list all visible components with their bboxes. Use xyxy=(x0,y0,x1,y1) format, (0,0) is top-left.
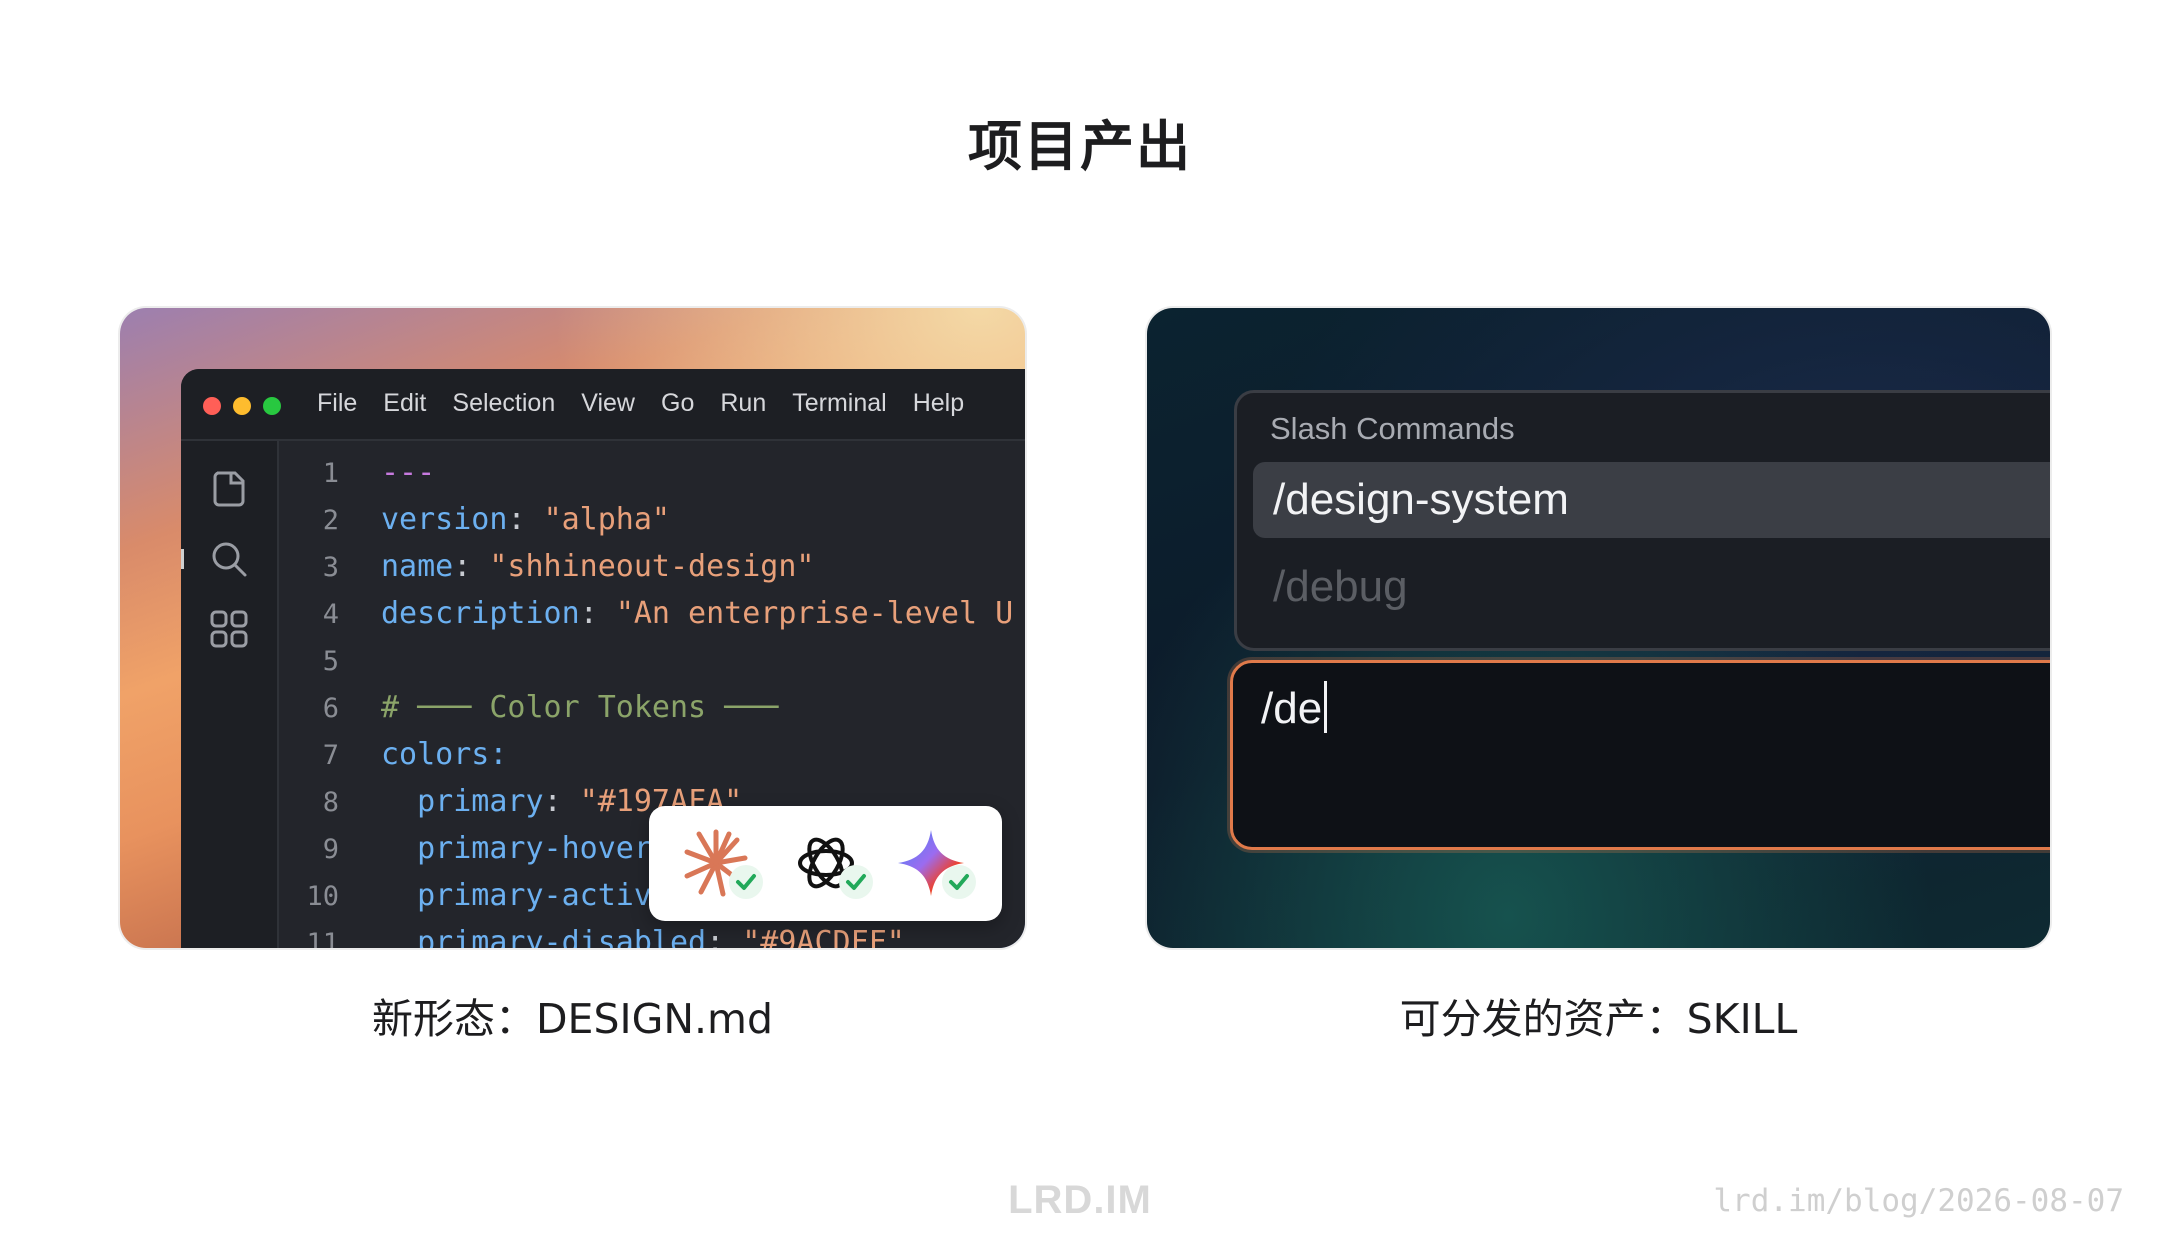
files-icon[interactable] xyxy=(209,469,249,509)
line-number: 1 xyxy=(322,458,339,489)
line-number: 11 xyxy=(306,928,339,948)
code-token: primary xyxy=(381,784,544,819)
code-token: "alpha" xyxy=(543,502,670,537)
activity-bar xyxy=(181,441,279,948)
slash-commands-title: Slash Commands xyxy=(1270,411,1515,446)
code-line: 2 version: "alpha" xyxy=(277,496,1025,543)
minimize-window-button[interactable] xyxy=(233,397,251,415)
left-caption: 新形态：DESIGN.md xyxy=(371,995,774,1043)
skill-card: Slash Commands /design-system /debug /de xyxy=(1147,308,2050,948)
code-token: : xyxy=(507,502,544,537)
code-token: name xyxy=(381,549,454,584)
line-number: 2 xyxy=(322,505,339,536)
slash-command-debug[interactable]: /debug xyxy=(1253,549,2050,625)
code-line: 3 name: "shhineout-design" xyxy=(277,543,1025,590)
code-line: 4 description: "An enterprise-level U xyxy=(277,590,1025,637)
menu-edit[interactable]: Edit xyxy=(383,389,426,418)
ai-tools-badge xyxy=(649,806,1002,921)
line-number: 8 xyxy=(322,787,339,818)
check-icon xyxy=(839,865,873,899)
line-number: 9 xyxy=(322,834,339,865)
extensions-icon[interactable] xyxy=(209,609,249,649)
menu-view[interactable]: View xyxy=(581,389,635,418)
menu-bar: File Edit Selection View Go Run Terminal… xyxy=(317,389,990,418)
code-token: description xyxy=(381,596,580,631)
line-number: 10 xyxy=(306,881,339,912)
menu-file[interactable]: File xyxy=(317,389,357,418)
code-token: primary-hover xyxy=(381,831,652,866)
prompt-input[interactable]: /de xyxy=(1230,660,2050,850)
code-token: colors: xyxy=(381,737,508,772)
page-title: 项目产出 xyxy=(968,115,1192,178)
menu-selection[interactable]: Selection xyxy=(452,389,555,418)
code-token: primary-active xyxy=(381,878,670,913)
menu-run[interactable]: Run xyxy=(720,389,766,418)
slash-command-design-system[interactable]: /design-system xyxy=(1253,462,2050,538)
menu-terminal[interactable]: Terminal xyxy=(792,389,886,418)
text-caret xyxy=(1324,681,1328,733)
menu-go[interactable]: Go xyxy=(661,389,694,418)
active-indicator xyxy=(181,549,184,569)
code-token: : xyxy=(543,784,580,819)
editor-titlebar: File Edit Selection View Go Run Terminal… xyxy=(181,369,1025,441)
prompt-input-text[interactable]: /de xyxy=(1261,681,1328,734)
code-token: : xyxy=(453,549,490,584)
code-token: version xyxy=(381,502,508,537)
code-line: 7 colors: xyxy=(277,731,1025,778)
right-caption: 可分发的资产：SKILL xyxy=(1399,995,1798,1043)
line-number: 6 xyxy=(322,693,339,724)
code-line: 1 --- xyxy=(277,449,1025,496)
code-line: 6 # ─── Color Tokens ─── xyxy=(277,684,1025,731)
code-token: "shhineout-design" xyxy=(489,549,815,584)
maximize-window-button[interactable] xyxy=(263,397,281,415)
code-token: "#9ACDFF" xyxy=(742,925,905,948)
code-token: primary-disabled xyxy=(381,925,707,948)
prompt-input-value: /de xyxy=(1261,684,1323,733)
code-token: --- xyxy=(381,455,436,490)
code-token: # ─── Color Tokens ─── xyxy=(381,690,779,725)
search-icon[interactable] xyxy=(209,539,249,579)
line-number: 4 xyxy=(322,599,339,630)
footer-url: lrd.im/blog/2026-08-07 xyxy=(1713,1183,2124,1219)
code-token: "An enterprise-level U xyxy=(615,596,1014,631)
code-line: 11 primary-disabled: "#9ACDFF" xyxy=(277,919,1025,948)
code-token: : xyxy=(706,925,743,948)
check-icon xyxy=(729,865,763,899)
close-window-button[interactable] xyxy=(203,397,221,415)
check-icon xyxy=(942,865,976,899)
code-token: : xyxy=(579,596,616,631)
line-number: 3 xyxy=(322,552,339,583)
line-number: 7 xyxy=(322,740,339,771)
code-line: 5 xyxy=(277,637,1025,684)
menu-help[interactable]: Help xyxy=(913,389,964,418)
slash-commands-menu: Slash Commands /design-system /debug xyxy=(1234,390,2050,651)
line-number: 5 xyxy=(322,646,339,677)
